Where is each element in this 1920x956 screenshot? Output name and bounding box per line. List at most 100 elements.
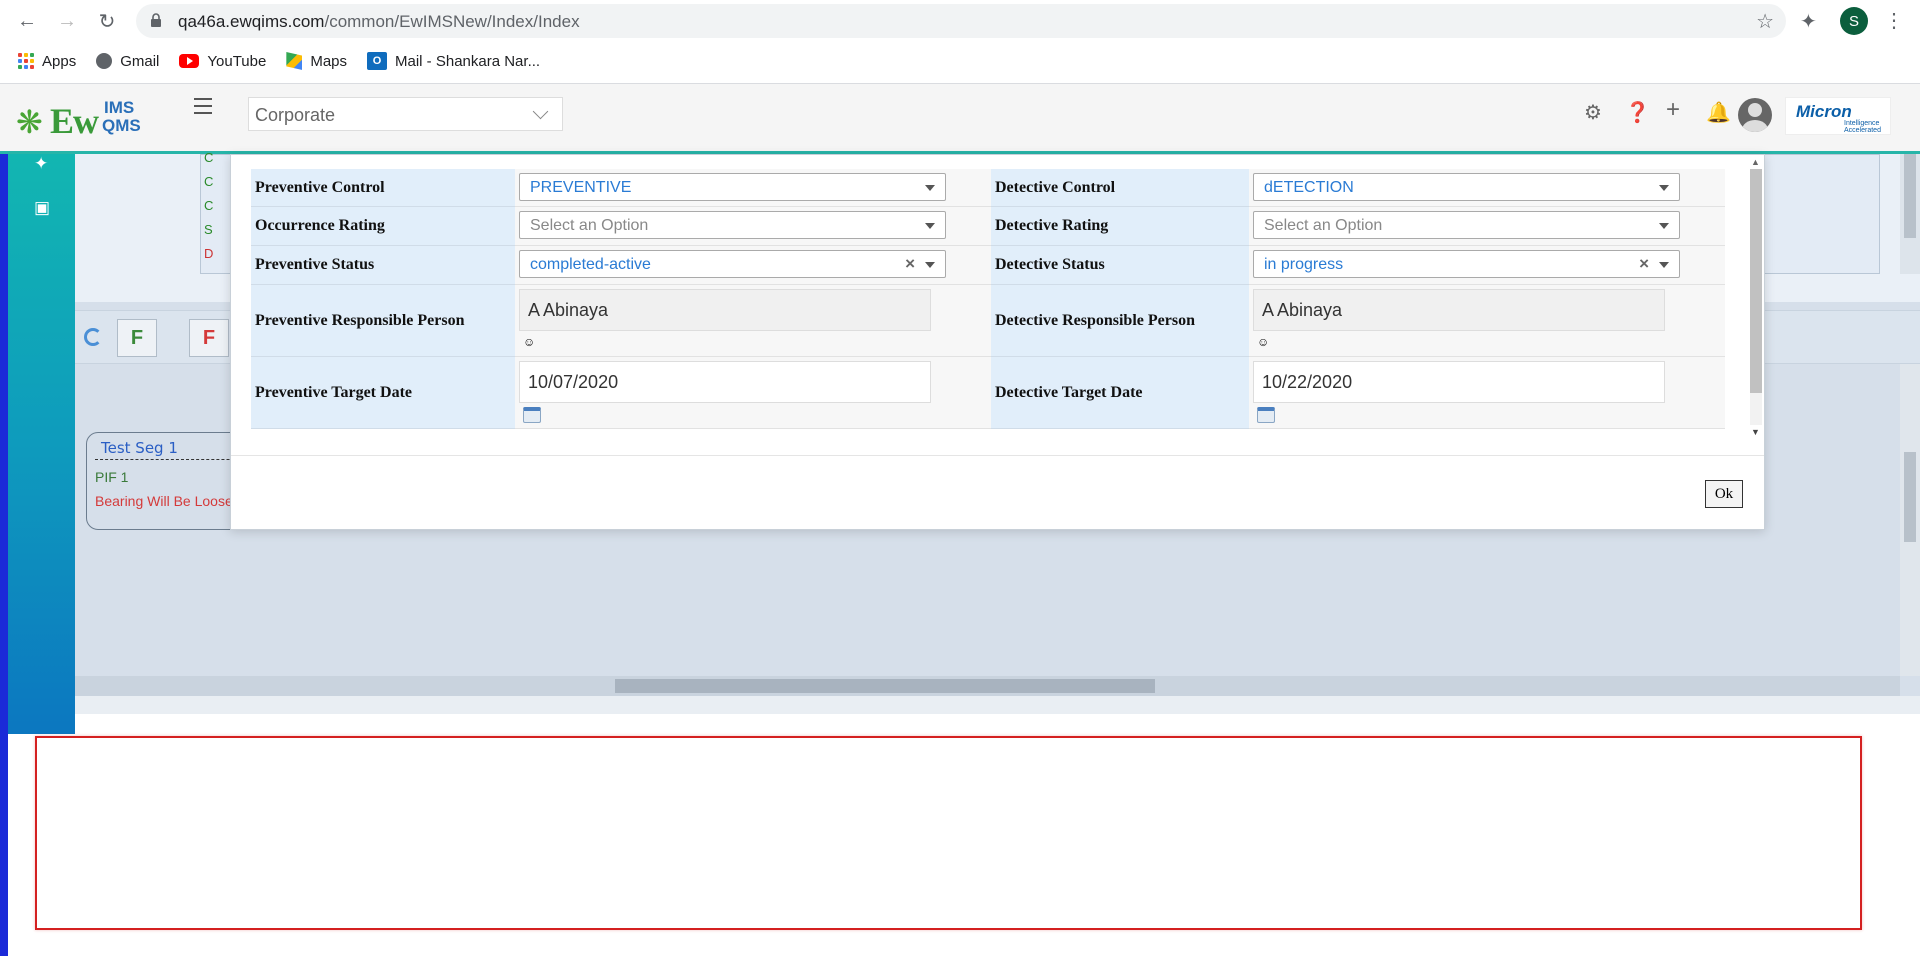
bookmark-mail[interactable]: O Mail - Shankara Nar... [367, 52, 540, 70]
person-picker-icon[interactable]: ☺ [523, 335, 536, 349]
bookmark-label: Mail - Shankara Nar... [395, 52, 541, 70]
user-avatar[interactable] [1738, 98, 1772, 132]
form-row-control: Preventive Control PREVENTIVE Detective Co… [251, 169, 1725, 207]
background-list-item[interactable]: C [204, 150, 213, 165]
dropdown-arrow-icon[interactable] [925, 185, 935, 191]
preventive-status-select-value: completed-active [530, 256, 651, 273]
bookmark-maps[interactable]: Maps [286, 52, 347, 70]
help-icon[interactable]: ❓ [1625, 100, 1650, 125]
compass-tool-icon[interactable]: ✦ [34, 154, 54, 174]
forward-arrow-icon[interactable]: → [54, 8, 80, 34]
detective-control-select-value: dETECTION [1264, 179, 1354, 196]
plus-icon[interactable]: + [1666, 96, 1680, 124]
preventive-control-select[interactable]: PREVENTIVE [519, 173, 946, 201]
detective-rating-select[interactable]: Select an Option [1253, 211, 1680, 239]
clear-x-icon[interactable]: × [905, 254, 915, 274]
clear-x-icon[interactable]: × [1639, 254, 1649, 274]
preventive-status-cell: completed-active × [515, 246, 991, 285]
dropdown-arrow-icon[interactable] [1659, 185, 1669, 191]
scroll-up-arrow-icon[interactable]: ▲ [1751, 157, 1760, 167]
dropdown-arrow-icon[interactable] [925, 223, 935, 229]
work-area-horizontal-scrollbar[interactable] [75, 676, 1900, 696]
calendar-icon[interactable] [523, 407, 541, 423]
profile-avatar[interactable]: S [1840, 7, 1868, 35]
form-row-responsible-person: Preventive Responsible Person A Abinaya ☺ D… [251, 285, 1725, 357]
gear-icon[interactable]: ⚙ [1584, 100, 1602, 125]
maps-icon [286, 52, 303, 70]
dropdown-arrow-icon[interactable] [1659, 262, 1669, 268]
work-area-bottom-strip [75, 696, 1920, 714]
form-row-status: Preventive Status completed-active × Detect… [251, 246, 1725, 285]
background-list-item[interactable]: D [204, 246, 213, 261]
bookmark-label: YouTube [207, 52, 267, 70]
upper-vertical-scrollbar[interactable] [1900, 154, 1920, 274]
ewqims-logo[interactable]: ❋ Ew IMS QMS [16, 92, 146, 144]
browser-menu-icon[interactable]: ⋮ [1884, 8, 1904, 33]
bookmark-youtube[interactable]: YouTube [179, 53, 266, 70]
dropdown-arrow-icon[interactable] [925, 262, 935, 268]
map-tool-icon[interactable]: ▣ [34, 198, 54, 218]
background-list-item[interactable]: C [204, 174, 213, 189]
reload-icon[interactable]: ↻ [94, 8, 120, 34]
detective-rating-select-value: Select an Option [1264, 217, 1383, 234]
logo-ims: IMS [104, 98, 135, 117]
control-details-modal: Preventive Control PREVENTIVE Detective Co… [230, 154, 1765, 530]
preventive-responsible-person-field[interactable]: A Abinaya [519, 289, 931, 331]
logo-qms: QMS [102, 116, 141, 135]
hamburger-menu-icon[interactable] [194, 98, 212, 119]
modal-scrollbar[interactable]: ▲ ▼ [1747, 155, 1763, 443]
preventive-rating-select[interactable]: Select an Option [519, 211, 946, 239]
site-select-value: Corporate [255, 105, 336, 125]
chevron-down-icon [532, 103, 549, 120]
detective-rating-cell: Select an Option [1249, 207, 1725, 246]
detective-responsible-person-field[interactable]: A Abinaya [1253, 289, 1665, 331]
toolbar-button-f-green[interactable]: F [117, 319, 157, 357]
bookmark-gmail[interactable]: Gmail [96, 53, 159, 70]
bookmark-label: Gmail [120, 52, 160, 70]
segment-pif: PIF 1 [95, 469, 129, 485]
dropdown-arrow-icon[interactable] [1659, 223, 1669, 229]
background-list-item[interactable]: C [204, 198, 213, 213]
calendar-icon[interactable] [1257, 407, 1275, 423]
modal-footer: Ok [231, 455, 1764, 529]
extensions-puzzle-icon[interactable]: ✦ [1800, 9, 1817, 34]
segment-title: Test Seg 1 [101, 439, 178, 457]
detective-status-cell: in progress × [1249, 246, 1725, 285]
bell-icon[interactable]: 🔔 [1706, 100, 1731, 125]
ok-button[interactable]: Ok [1705, 480, 1743, 508]
person-picker-icon[interactable]: ☺ [1257, 335, 1270, 349]
highlighted-empty-panel [35, 736, 1862, 930]
detective-rating-label: Detective Rating [991, 207, 1249, 246]
address-bar[interactable]: qa46a.ewqims.com/common/EwIMSNew/Index/I… [136, 4, 1786, 38]
logo-text: Ew [50, 101, 99, 141]
bookmark-apps[interactable]: Apps [18, 53, 76, 70]
bookmark-star-icon[interactable]: ☆ [1756, 9, 1774, 34]
preventive-responsible-person-label: Preventive Responsible Person [251, 285, 515, 357]
detective-control-label: Detective Control [991, 169, 1249, 207]
outlook-icon: O [367, 52, 388, 70]
back-arrow-icon[interactable]: ← [14, 8, 40, 34]
site-select[interactable]: Corporate [248, 97, 563, 131]
form-row-target-date: Preventive Target Date 10/07/2020 Detectiv… [251, 357, 1725, 429]
globe-icon [96, 53, 113, 69]
background-list-item[interactable]: S [204, 222, 213, 237]
refresh-icon[interactable] [84, 328, 102, 346]
detective-responsible-person-cell: A Abinaya ☺ [1249, 285, 1725, 357]
toolbar-button-f-red[interactable]: F [189, 319, 229, 357]
preventive-status-select[interactable]: completed-active × [519, 250, 946, 278]
scroll-down-arrow-icon[interactable]: ▼ [1751, 427, 1760, 437]
preventive-target-date-field[interactable]: 10/07/2020 [519, 361, 931, 403]
preventive-control-cell: PREVENTIVE [515, 169, 991, 207]
detective-status-select[interactable]: in progress × [1253, 250, 1680, 278]
company-logo: Micron Intelligence Accelerated [1785, 97, 1891, 135]
detective-control-select[interactable]: dETECTION [1253, 173, 1680, 201]
sidebar-strip [0, 154, 8, 956]
youtube-icon [179, 54, 200, 68]
form-row-rating: Occurrence Rating Select an Option Detecti… [251, 207, 1725, 246]
detective-responsible-person-label: Detective Responsible Person [991, 285, 1249, 357]
work-area-vertical-scrollbar[interactable] [1900, 364, 1920, 676]
preventive-status-label: Preventive Status [251, 246, 515, 285]
detective-target-date-field[interactable]: 10/22/2020 [1253, 361, 1665, 403]
company-tagline: Intelligence Accelerated [1844, 120, 1881, 134]
bookmark-label: Maps [310, 52, 348, 70]
